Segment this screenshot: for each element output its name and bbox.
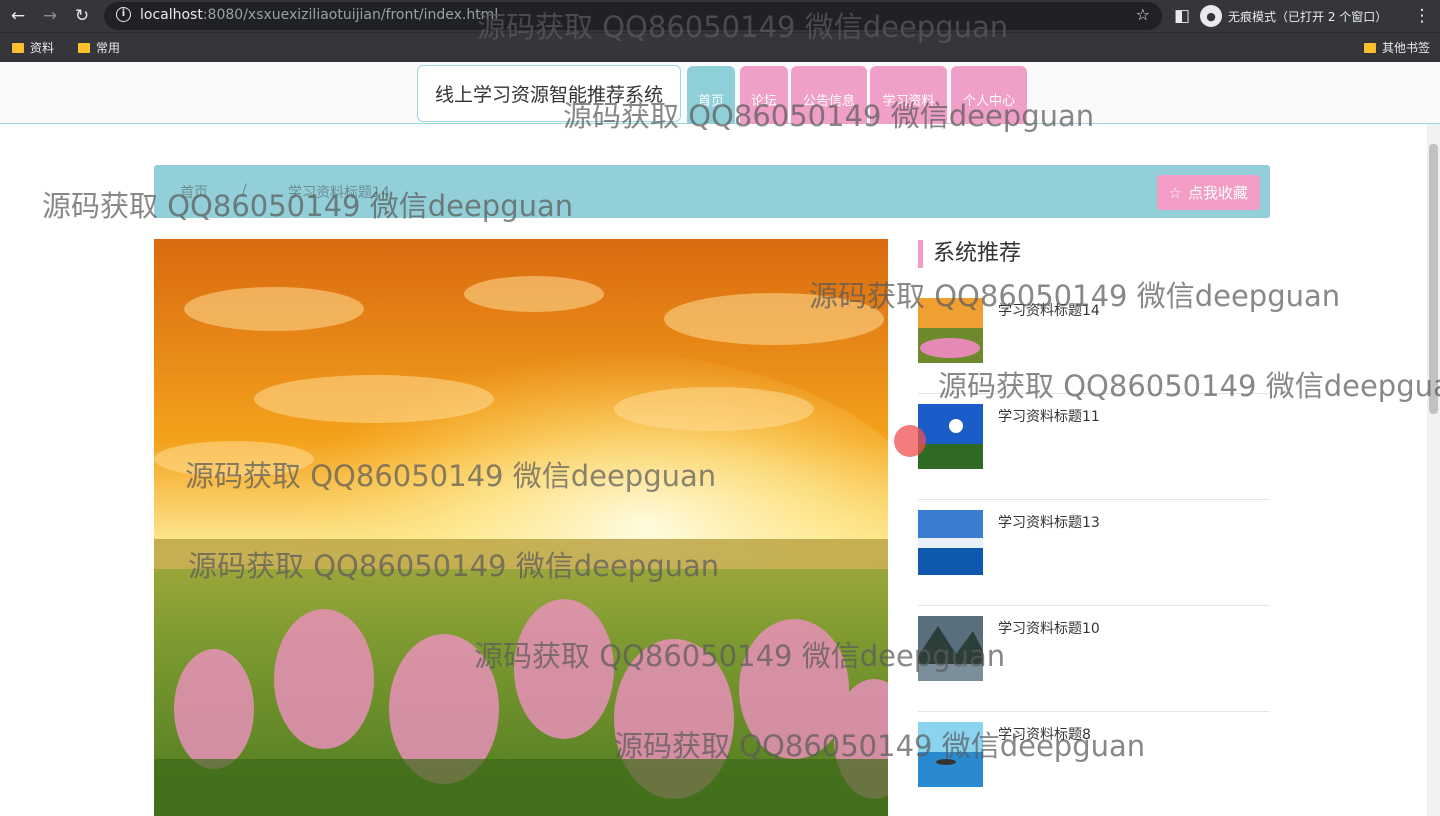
side-panel-icon[interactable]: ◧ — [1170, 4, 1194, 28]
breadcrumb-current: 学习资料标题14 — [288, 185, 390, 201]
address-bar[interactable]: i localhost:8080/xsxuexiziliaotuijian/fr… — [104, 2, 1162, 30]
star-icon: ☆ — [1168, 183, 1182, 202]
recommend-item-label[interactable]: 学习资料标题8 — [998, 724, 1091, 744]
recommend-item[interactable]: 学习资料标题10 — [918, 616, 1269, 712]
nav-materials[interactable]: 学习资料 — [870, 66, 947, 124]
browser-toolbar: ← → ↻ i localhost:8080/xsxuexiziliaotuij… — [0, 0, 1440, 32]
breadcrumb: 首页 / 学习资料标题14 ☆ 点我收藏 — [154, 165, 1270, 218]
recommend-item-label[interactable]: 学习资料标题13 — [998, 512, 1100, 532]
nav-profile[interactable]: 个人中心 — [951, 66, 1027, 124]
other-bookmarks[interactable]: 其他书签 — [1364, 39, 1430, 56]
scrollbar-thumb[interactable] — [1429, 144, 1438, 414]
recommend-item[interactable]: 学习资料标题13 — [918, 510, 1269, 606]
recommend-thumbnail[interactable] — [918, 298, 983, 363]
bookmark-folder-changyong[interactable]: 常用 — [78, 39, 120, 56]
folder-icon — [1364, 42, 1376, 53]
reload-icon[interactable]: ↻ — [70, 4, 94, 28]
recommend-thumbnail[interactable] — [918, 510, 983, 575]
folder-icon — [12, 42, 24, 53]
nav-home[interactable]: 首页 — [687, 66, 735, 124]
breadcrumb-home[interactable]: 首页 — [180, 182, 208, 202]
material-cover-image — [154, 239, 888, 816]
site-brand[interactable]: 线上学习资源智能推荐系统 — [417, 65, 681, 122]
recommend-item-label[interactable]: 学习资料标题11 — [998, 406, 1100, 426]
recommend-item[interactable]: 学习资料标题11 — [918, 404, 1269, 500]
bookmark-folder-ziliao[interactable]: 资料 — [12, 39, 54, 56]
incognito-icon: ● — [1200, 5, 1222, 27]
page: ← → ↻ i localhost:8080/xsxuexiziliaotuij… — [0, 0, 1440, 816]
url-text: localhost:8080/xsxuexiziliaotuijian/fron… — [140, 7, 499, 23]
nav-notice[interactable]: 公告信息 — [791, 66, 867, 124]
breadcrumb-separator: / — [242, 182, 247, 198]
back-icon[interactable]: ← — [6, 4, 30, 28]
forward-icon[interactable]: → — [38, 4, 62, 28]
bookmark-star-icon[interactable]: ☆ — [1136, 5, 1150, 24]
menu-icon[interactable]: ⋮ — [1410, 4, 1434, 28]
mouse-cursor-indicator — [894, 425, 926, 457]
recommend-thumbnail[interactable] — [918, 722, 983, 787]
site-navbar: 线上学习资源智能推荐系统 首页 论坛 公告信息 学习资料 个人中心 — [0, 62, 1440, 124]
recommend-item-label[interactable]: 学习资料标题14 — [998, 300, 1100, 320]
favorite-button[interactable]: ☆ 点我收藏 — [1156, 175, 1260, 210]
nav-forum[interactable]: 论坛 — [740, 66, 788, 124]
recommend-item-label[interactable]: 学习资料标题10 — [998, 618, 1100, 638]
site-info-icon[interactable]: i — [116, 7, 131, 22]
recommend-thumbnail[interactable] — [918, 616, 983, 681]
recommend-item[interactable]: 学习资料标题14 — [918, 298, 1269, 394]
incognito-indicator[interactable]: ● 无痕模式（已打开 2 个窗口） — [1200, 2, 1387, 30]
recommend-item[interactable]: 学习资料标题8 — [918, 722, 1269, 816]
bookmarks-bar: 资料 常用 其他书签 — [0, 32, 1440, 62]
recommend-thumbnail[interactable] — [918, 404, 983, 469]
folder-icon — [78, 42, 90, 53]
recommend-title: 系统推荐 — [918, 240, 1021, 268]
